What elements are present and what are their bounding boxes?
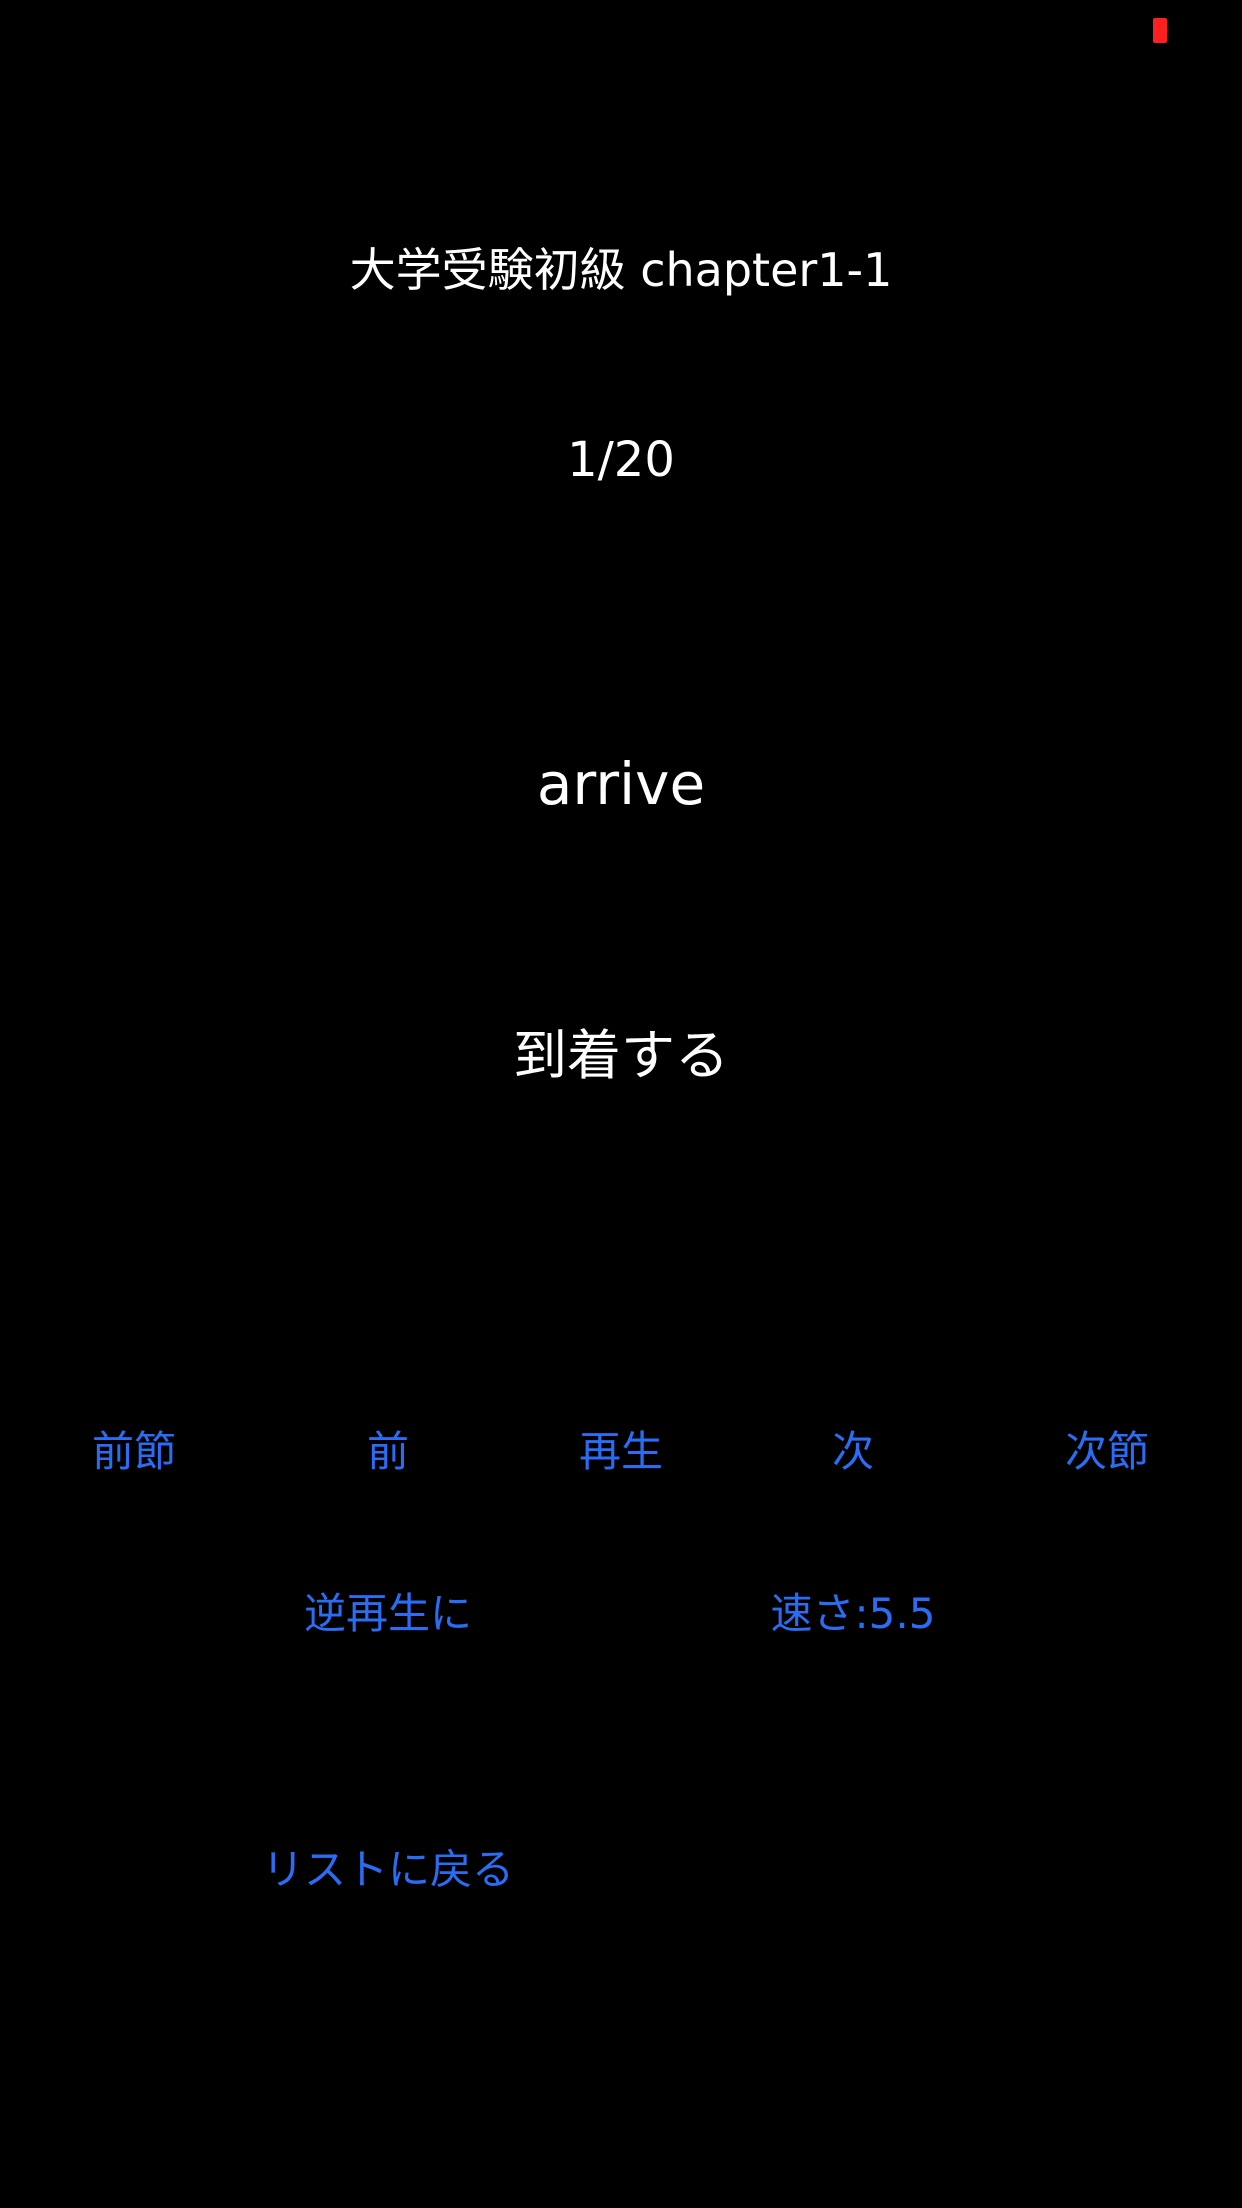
vocab-word: arrive xyxy=(536,750,706,818)
play-button[interactable]: 再生 xyxy=(579,1424,663,1480)
reverse-play-button[interactable]: 逆再生に xyxy=(304,1586,472,1642)
page-title: 大学受験初級 chapter1-1 xyxy=(349,243,893,297)
next-button[interactable]: 次 xyxy=(832,1424,874,1480)
prev-section-button[interactable]: 前節 xyxy=(92,1424,176,1480)
next-section-button[interactable]: 次節 xyxy=(1065,1424,1149,1480)
battery-indicator xyxy=(1153,18,1167,43)
progress-counter: 1/20 xyxy=(567,432,675,488)
vocab-meaning: 到着する xyxy=(513,1024,729,1087)
prev-button[interactable]: 前 xyxy=(367,1424,409,1480)
back-to-list-button[interactable]: リストに戻る xyxy=(262,1842,514,1898)
speed-button[interactable]: 速さ:5.5 xyxy=(771,1586,936,1642)
